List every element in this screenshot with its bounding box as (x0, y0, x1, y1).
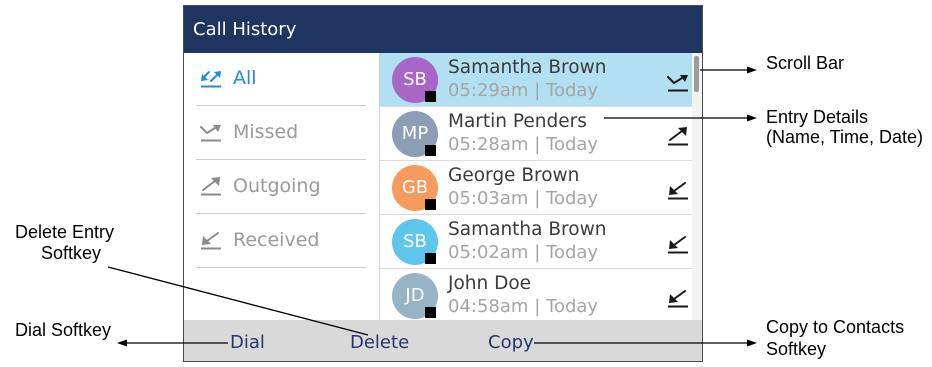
received-call-icon (200, 232, 222, 250)
entry-name: John Doe (448, 273, 532, 294)
title-bar: Call History (184, 6, 702, 53)
presence-badge (425, 91, 436, 102)
presence-badge (425, 199, 436, 210)
separator: | (534, 242, 541, 263)
entry-time: 05:29am (448, 80, 529, 101)
received-call-icon (667, 182, 689, 200)
avatar: SB (392, 219, 438, 265)
filter-missed[interactable]: Missed (184, 107, 379, 161)
entry-name: George Brown (448, 165, 580, 186)
presence-badge (425, 145, 436, 156)
entry-time: 05:28am (448, 134, 529, 155)
missed-call-icon (667, 74, 689, 92)
avatar: MP (392, 111, 438, 157)
callout-entry-details-note: (Name, Time, Date) (766, 127, 924, 147)
entry-time-date: 04:58am | Today (448, 295, 598, 319)
scrollbar[interactable] (692, 53, 702, 320)
arrowhead (117, 339, 127, 347)
copy-softkey[interactable]: Copy (488, 324, 534, 361)
outgoing-call-icon (200, 176, 222, 196)
call-entry[interactable]: GB George Brown 05:03am | Today (380, 161, 692, 215)
callout-dial-softkey: Dial Softkey (15, 320, 112, 340)
separator: | (534, 134, 541, 155)
callout-delete-entry: Delete Entry (15, 222, 115, 242)
entry-name: Martin Penders (448, 111, 587, 132)
outgoing-call-icon (667, 126, 689, 146)
avatar: JD (392, 273, 438, 319)
entry-date: Today (546, 80, 599, 101)
received-call-icon (667, 290, 689, 308)
separator: | (534, 296, 541, 317)
divider (196, 267, 366, 268)
call-entry[interactable]: MP Martin Penders 05:28am | Today (380, 107, 692, 161)
entry-time-date: 05:02am | Today (448, 241, 598, 265)
filter-label: All (233, 67, 257, 89)
entry-time: 04:58am (448, 296, 529, 317)
scrollbar-thumb[interactable] (694, 56, 699, 92)
received-call-icon (667, 236, 689, 254)
call-history-list: SB Samantha Brown 05:29am | Today MP Marti… (380, 53, 692, 320)
avatar-initials: MP (401, 123, 429, 144)
all-calls-icon (200, 70, 222, 88)
call-filter-panel: All Missed Outgoing Received (184, 53, 380, 320)
entry-date: Today (546, 134, 599, 155)
entry-time: 05:03am (448, 188, 529, 209)
arrowhead (747, 339, 757, 347)
avatar-initials: GB (401, 177, 429, 198)
arrowhead (747, 114, 757, 122)
avatar-initials: SB (403, 69, 427, 90)
entry-time-date: 05:29am | Today (448, 79, 598, 103)
avatar: SB (392, 57, 438, 103)
entry-date: Today (546, 188, 599, 209)
entry-time: 05:02am (448, 242, 529, 263)
callout-delete-entry-suffix: Softkey (41, 243, 102, 263)
dial-softkey[interactable]: Dial (230, 324, 265, 361)
arrowhead (747, 66, 757, 74)
filter-all[interactable]: All (184, 53, 379, 107)
separator: | (534, 188, 541, 209)
entry-name: Samantha Brown (448, 57, 607, 78)
missed-call-icon (200, 124, 222, 142)
callout-copy-to-contacts-suffix: Softkey (766, 339, 827, 359)
filter-label: Outgoing (233, 175, 321, 197)
presence-badge (425, 253, 436, 264)
softkey-bar: Dial Delete Copy (184, 320, 702, 361)
filter-label: Received (233, 229, 320, 251)
avatar-initials: JD (405, 285, 425, 306)
filter-label: Missed (233, 121, 299, 143)
call-entry[interactable]: JD John Doe 04:58am | Today (380, 269, 692, 320)
phone-screen: Call History All Missed Outgoing Receive… (183, 5, 703, 362)
divider (196, 105, 366, 106)
callout-copy-to-contacts: Copy to Contacts (766, 317, 905, 337)
filter-received[interactable]: Received (184, 215, 379, 269)
presence-badge (425, 307, 436, 318)
entry-date: Today (546, 242, 599, 263)
callout-scroll-bar: Scroll Bar (766, 53, 845, 73)
entry-name: Samantha Brown (448, 219, 607, 240)
divider (196, 159, 366, 160)
filter-outgoing[interactable]: Outgoing (184, 161, 379, 215)
call-entry[interactable]: SB Samantha Brown 05:29am | Today (380, 53, 692, 107)
avatar-initials: SB (403, 231, 427, 252)
screen-title: Call History (193, 19, 297, 40)
divider (196, 213, 366, 214)
avatar: GB (392, 165, 438, 211)
callout-entry-details: Entry Details (766, 107, 869, 127)
call-entry[interactable]: SB Samantha Brown 05:02am | Today (380, 215, 692, 269)
entry-time-date: 05:28am | Today (448, 133, 598, 157)
entry-date: Today (546, 296, 599, 317)
entry-time-date: 05:03am | Today (448, 187, 598, 211)
delete-softkey[interactable]: Delete (350, 324, 409, 361)
separator: | (534, 80, 541, 101)
